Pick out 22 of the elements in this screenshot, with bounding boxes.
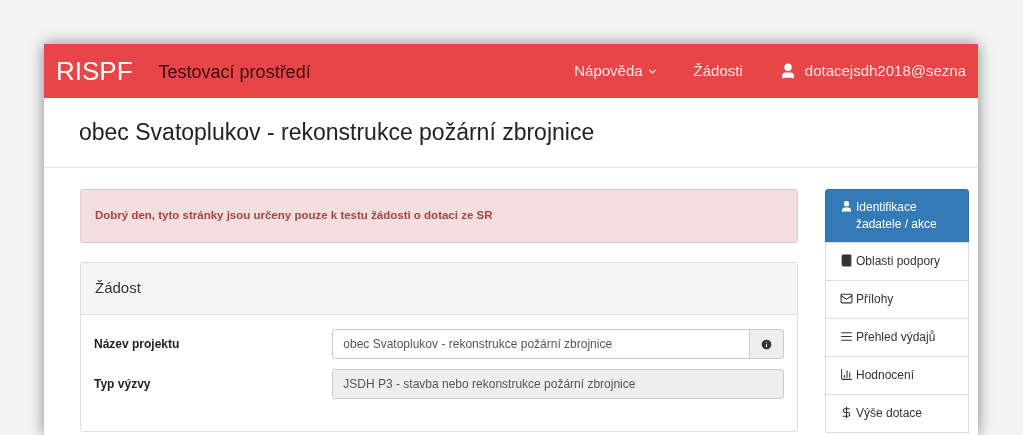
sidebar-item[interactable]: Přílohy [825, 280, 969, 319]
info-icon [760, 337, 773, 351]
book-icon [840, 254, 853, 267]
environment-label: Testovací prostředí [158, 60, 311, 84]
info-addon[interactable] [750, 329, 784, 359]
sidebar-item[interactable]: Oblasti podpory [825, 242, 969, 281]
field-label: Typ výzvy [94, 376, 152, 393]
brand-logo[interactable]: RISPF [56, 51, 133, 91]
bar-chart-icon [840, 368, 853, 381]
page-title: obec Svatoplukov - rekonstrukce požární zbrojnice [79, 118, 595, 148]
envelope-icon [840, 292, 853, 305]
panel-title: Žádost [95, 278, 141, 299]
list-icon [840, 330, 853, 343]
sidebar-item[interactable]: Výše dotace [825, 394, 969, 433]
sidebar-item[interactable]: Identifikace žadatele / akce [825, 189, 969, 243]
sidebar-item[interactable]: Přehled výdajů [825, 318, 969, 357]
info-alert: Dobrý den, tyto stránky jsou určeny pouze k testu žádosti o dotaci ze SR [80, 189, 798, 243]
text-field[interactable]: obec Svatoplukov - rekonstrukce požární zbrojnice [332, 329, 750, 359]
field-label: Název projektu [94, 336, 181, 353]
dollar-icon [840, 406, 853, 419]
sidebar-item[interactable]: Hodnocení [825, 356, 969, 395]
user-icon [840, 200, 853, 213]
